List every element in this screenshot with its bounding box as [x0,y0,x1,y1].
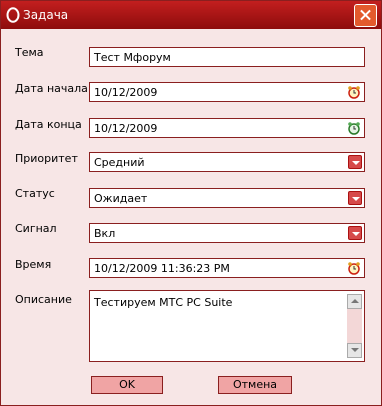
time-input[interactable]: 10/12/2009 11:36:23 PM [89,258,365,278]
scroll-up-button[interactable] [347,294,362,309]
end-date-value: 10/12/2009 [94,122,158,135]
title-bar[interactable]: Задача [1,1,381,29]
description-textarea[interactable]: Тестируем МТС PC Suite [89,290,365,362]
chevron-down-icon[interactable] [348,226,362,240]
status-select[interactable]: Ожидает [89,188,365,208]
scroll-down-button[interactable] [347,343,362,358]
priority-value: Средний [94,156,145,169]
topic-value: Тест Мфорум [94,51,171,64]
ok-button[interactable]: OK [91,376,163,394]
dialog-body: Тема Тест Мфорум Дата начала 10/12/2009 … [1,29,381,405]
status-label: Статус [15,187,55,200]
chevron-down-icon[interactable] [348,191,362,205]
alarm-clock-icon[interactable] [347,121,361,135]
signal-select[interactable]: Вкл [89,223,365,243]
cancel-button[interactable]: Отмена [218,376,292,394]
alarm-clock-icon[interactable] [347,85,361,99]
opera-logo-icon [6,7,20,23]
task-dialog: Задача Тема Тест Мфорум Дата начала 10/1… [0,0,382,406]
priority-label: Приоритет [15,152,78,165]
end-date-label: Дата конца [15,118,82,131]
time-value: 10/12/2009 11:36:23 PM [94,262,230,275]
close-button[interactable] [354,4,377,27]
description-label: Описание [15,293,72,306]
start-date-value: 10/12/2009 [94,86,158,99]
chevron-down-icon[interactable] [348,155,362,169]
topic-label: Тема [15,46,44,59]
end-date-input[interactable]: 10/12/2009 [89,118,365,138]
signal-label: Сигнал [15,222,57,235]
window-title: Задача [23,8,69,22]
description-value: Тестируем МТС PC Suite [94,296,233,309]
alarm-clock-icon[interactable] [347,261,361,275]
topic-input[interactable]: Тест Мфорум [89,47,365,67]
priority-select[interactable]: Средний [89,152,365,172]
status-value: Ожидает [94,192,148,205]
signal-value: Вкл [94,227,116,240]
time-label: Время [15,258,52,271]
start-date-label: Дата начала [15,82,88,95]
start-date-input[interactable]: 10/12/2009 [89,82,365,102]
scrollbar-track[interactable] [347,309,362,343]
